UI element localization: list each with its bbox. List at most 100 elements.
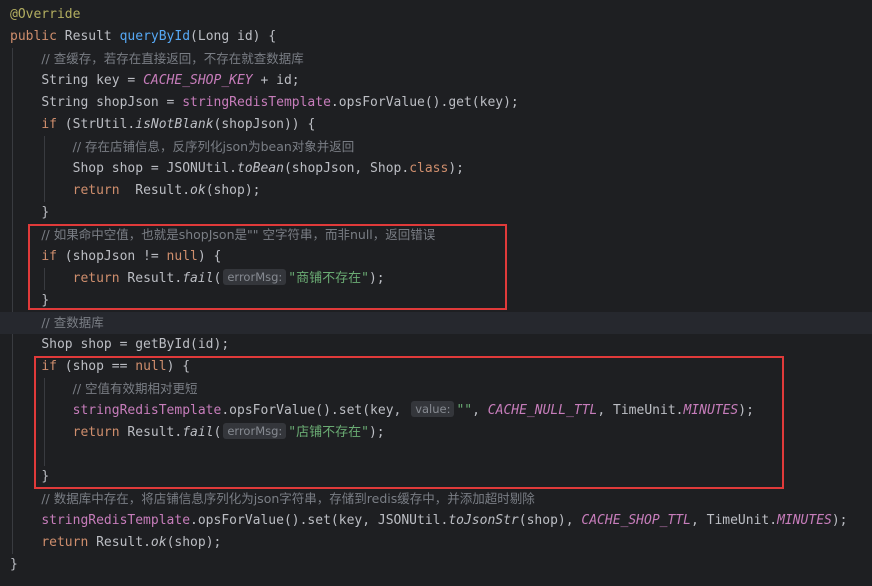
- comment: // 空值有效期相对更短: [72, 381, 198, 396]
- code-line[interactable]: return Result.fail(errorMsg: "店铺不存在");: [10, 422, 870, 444]
- code-text: );: [448, 161, 464, 176]
- field: stringRedisTemplate: [182, 95, 331, 110]
- current-line[interactable]: // 查数据库: [0, 312, 872, 334]
- static-method: fail: [182, 425, 214, 440]
- code-text: Shop shop = JSONUtil.: [72, 161, 237, 176]
- code-text: Result.: [119, 271, 183, 286]
- type-name: Result: [64, 29, 112, 44]
- keyword: return: [72, 425, 120, 440]
- code-line[interactable]: if (shopJson != null) {: [10, 246, 870, 268]
- parameter-hint: value:: [411, 401, 455, 417]
- code-text: .opsForValue().set(key, JSONUtil.: [190, 513, 449, 528]
- string-literal: "商铺不存在": [288, 271, 369, 286]
- comment: // 查缓存，若存在直接返回，不存在就查数据库: [41, 51, 304, 66]
- code-line[interactable]: // 查缓存，若存在直接返回，不存在就查数据库: [10, 48, 870, 70]
- annotation: @Override: [10, 7, 81, 22]
- static-method: toBean: [237, 161, 284, 176]
- code-text: (shopJson, Shop.: [283, 161, 410, 176]
- keyword: null: [135, 359, 167, 374]
- code-line[interactable]: public Result queryById(Long id) {: [10, 26, 870, 48]
- code-line[interactable]: return Result.ok(shop);: [10, 180, 870, 202]
- code-text: (: [213, 271, 222, 286]
- code-line[interactable]: }: [10, 290, 870, 312]
- field: stringRedisTemplate: [72, 403, 222, 418]
- code-line[interactable]: return Result.fail(errorMsg: "商铺不存在");: [10, 268, 870, 290]
- parameter-hint: errorMsg:: [223, 269, 287, 285]
- code-text: );: [368, 425, 385, 440]
- keyword: if: [41, 359, 57, 374]
- brace: }: [10, 557, 18, 572]
- keyword: return: [72, 271, 120, 286]
- code-text: Result.: [88, 535, 151, 550]
- static-method: ok: [150, 535, 167, 550]
- static-method: toJsonStr: [448, 513, 519, 528]
- code-text: (shop);: [166, 535, 222, 550]
- code-text: Shop shop = getById(id);: [41, 337, 230, 352]
- static-method: fail: [182, 271, 214, 286]
- brace: }: [41, 205, 50, 220]
- code-text: (shop ==: [56, 359, 136, 374]
- comment: // 数据库中存在，将店铺信息序列化为json字符串，存储到redis缓存中，并…: [41, 491, 535, 506]
- code-editor[interactable]: @Override public Result queryById(Long i…: [0, 0, 872, 586]
- code-line[interactable]: String shopJson = stringRedisTemplate.op…: [10, 92, 870, 114]
- static-method: ok: [190, 183, 206, 198]
- code-text: , TimeUnit.: [597, 403, 684, 418]
- brace: }: [41, 293, 50, 308]
- code-line[interactable]: }: [10, 202, 870, 224]
- code-text: (shopJson !=: [56, 249, 167, 264]
- code-line[interactable]: // 如果命中空值，也就是shopJson是"" 空字符串，而非null，返回错…: [10, 224, 870, 246]
- code-line[interactable]: String key = CACHE_SHOP_KEY + id;: [10, 70, 870, 92]
- code-text: (shop),: [518, 513, 582, 528]
- code-text: ,: [472, 403, 488, 418]
- keyword: return: [41, 535, 89, 550]
- code-text: );: [831, 513, 848, 528]
- parameter-hint: errorMsg:: [223, 423, 287, 439]
- code-text: );: [368, 271, 385, 286]
- code-line[interactable]: stringRedisTemplate.opsForValue().set(ke…: [10, 400, 870, 422]
- code-line[interactable]: Shop shop = JSONUtil.toBean(shopJson, Sh…: [10, 158, 870, 180]
- code-text: (Long id) {: [190, 29, 277, 44]
- code-text: String shopJson =: [41, 95, 183, 110]
- code-text: Result.: [119, 183, 191, 198]
- brace: }: [41, 469, 50, 484]
- constant: MINUTES: [683, 403, 739, 418]
- code-line[interactable]: if (shop == null) {: [10, 356, 870, 378]
- keyword: null: [166, 249, 198, 264]
- code-text: (StrUtil.: [56, 117, 136, 132]
- code-line[interactable]: // 存在店铺信息，反序列化json为bean对象并返回: [10, 136, 870, 158]
- field: stringRedisTemplate: [41, 513, 191, 528]
- code-line[interactable]: return Result.ok(shop);: [10, 532, 870, 554]
- code-text: ) {: [166, 359, 191, 374]
- comment: // 查数据库: [41, 315, 104, 330]
- keyword: if: [41, 249, 57, 264]
- keyword: class: [409, 161, 449, 176]
- string-literal: "": [456, 403, 473, 418]
- code-line[interactable]: // 数据库中存在，将店铺信息序列化为json字符串，存储到redis缓存中，并…: [10, 488, 870, 510]
- code-text: ) {: [197, 249, 222, 264]
- keyword: public: [10, 29, 57, 44]
- constant: MINUTES: [777, 513, 832, 528]
- code-text: (shop);: [205, 183, 261, 198]
- keyword: return: [72, 183, 120, 198]
- code-line[interactable]: Shop shop = getById(id);: [10, 334, 870, 356]
- code-line[interactable]: }: [10, 466, 870, 488]
- code-line[interactable]: // 空值有效期相对更短: [10, 378, 870, 400]
- code-text: .opsForValue().set(key,: [221, 403, 410, 418]
- code-text: );: [738, 403, 754, 418]
- code-text: .opsForValue().get(key);: [330, 95, 519, 110]
- code-text: String key =: [41, 73, 144, 88]
- code-line[interactable]: @Override: [10, 4, 870, 26]
- code-text: (shopJson)) {: [213, 117, 316, 132]
- code-line[interactable]: }: [10, 554, 870, 576]
- code-line[interactable]: if (StrUtil.isNotBlank(shopJson)) {: [10, 114, 870, 136]
- code-line[interactable]: stringRedisTemplate.opsForValue().set(ke…: [10, 510, 870, 532]
- comment: // 如果命中空值，也就是shopJson是"" 空字符串，而非null，返回错…: [41, 227, 436, 242]
- code-text: , TimeUnit.: [690, 513, 778, 528]
- string-literal: "店铺不存在": [288, 425, 369, 440]
- constant: CACHE_NULL_TTL: [487, 403, 598, 418]
- static-method: isNotBlank: [135, 117, 214, 132]
- code-line[interactable]: [10, 444, 870, 466]
- keyword: if: [41, 117, 57, 132]
- method-name: queryById: [119, 29, 191, 44]
- comment: // 存在店铺信息，反序列化json为bean对象并返回: [72, 139, 355, 154]
